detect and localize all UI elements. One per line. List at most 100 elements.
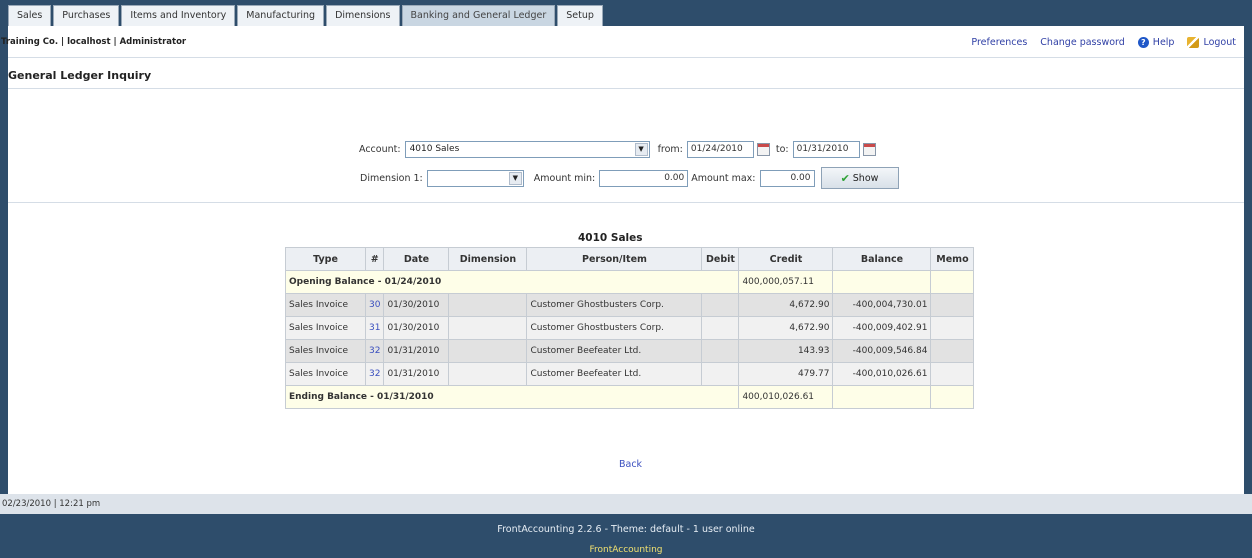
row-memo <box>930 316 975 340</box>
top-nav-bar: Sales Purchases Items and Inventory Manu… <box>0 0 1252 26</box>
to-label: to: <box>775 144 789 155</box>
tab-setup[interactable]: Setup <box>557 5 603 26</box>
col-type: Type <box>285 247 366 271</box>
row-date: 01/31/2010 <box>383 339 450 363</box>
row-dimension <box>448 316 528 340</box>
dimension-label: Dimension 1: <box>360 172 423 184</box>
amount-max-label: Amount max: <box>691 172 756 184</box>
col-memo: Memo <box>930 247 975 271</box>
preferences-link[interactable]: Preferences <box>971 37 1027 48</box>
transaction-link[interactable]: 31 <box>369 323 380 333</box>
back-link[interactable]: Back <box>619 459 642 470</box>
row-dimension <box>448 293 528 317</box>
footer: FrontAccounting 2.2.6 - Theme: default -… <box>0 514 1252 558</box>
row-type: Sales Invoice <box>285 339 366 363</box>
chevron-down-icon[interactable]: ▼ <box>634 143 648 156</box>
key-icon[interactable] <box>1187 37 1200 48</box>
help-link[interactable]: Help <box>1153 37 1175 48</box>
show-button-label: Show <box>852 172 879 184</box>
row-memo <box>930 293 975 317</box>
change-password-link[interactable]: Change password <box>1040 37 1125 48</box>
amount-min-label: Amount min: <box>533 172 596 184</box>
opening-balance-credit: 400,000,057.11 <box>738 270 834 294</box>
footer-version: FrontAccounting 2.2.6 - Theme: default -… <box>497 524 755 535</box>
opening-balance-memo <box>930 270 975 294</box>
col-balance: Balance <box>832 247 932 271</box>
transaction-link[interactable]: 32 <box>369 346 380 356</box>
logout-link[interactable]: Logout <box>1203 37 1236 48</box>
header-bar: Training Co. | localhost | Administrator… <box>1 26 1244 58</box>
status-bar: 02/23/2010 | 12:21 pm <box>0 494 1252 514</box>
row-balance: -400,009,402.91 <box>832 316 932 340</box>
row-type: Sales Invoice <box>285 293 366 317</box>
row-credit: 143.93 <box>738 339 834 363</box>
row-balance: -400,004,730.01 <box>832 293 932 317</box>
row-dimension <box>448 339 528 363</box>
col-dimension: Dimension <box>448 247 528 271</box>
col-number: # <box>364 247 385 271</box>
tab-sales[interactable]: Sales <box>8 5 52 26</box>
row-date: 01/31/2010 <box>383 362 450 386</box>
row-person-item: Customer Beefeater Ltd. <box>526 362 703 386</box>
table-row: Sales Invoice 32 01/31/2010 Customer Bee… <box>285 362 975 386</box>
page-title: General Ledger Inquiry <box>8 69 152 82</box>
table-header-row: Type # Date Dimension Person/Item Debit … <box>285 247 975 271</box>
row-person-item: Customer Beefeater Ltd. <box>526 339 703 363</box>
row-type: Sales Invoice <box>285 316 366 340</box>
calendar-icon[interactable] <box>756 143 770 156</box>
table-row: Sales Invoice 31 01/30/2010 Customer Gho… <box>285 316 975 340</box>
checkmark-icon: ✔ <box>840 171 850 185</box>
row-date: 01/30/2010 <box>383 316 450 340</box>
row-dimension <box>448 362 528 386</box>
transaction-link[interactable]: 30 <box>369 300 380 310</box>
ending-balance-label: Ending Balance - 01/31/2010 <box>284 385 740 409</box>
account-label: Account: <box>359 144 401 155</box>
col-debit: Debit <box>701 247 740 271</box>
dimension-select[interactable]: ▼ <box>426 169 524 187</box>
col-person-item: Person/Item <box>526 247 703 271</box>
show-button[interactable]: ✔ Show <box>820 167 899 189</box>
row-date: 01/30/2010 <box>383 293 450 317</box>
col-credit: Credit <box>738 247 834 271</box>
amount-min-input[interactable]: 0.00 <box>599 169 689 187</box>
calendar-icon[interactable] <box>862 143 876 156</box>
row-credit: 4,672.90 <box>738 293 834 317</box>
row-type: Sales Invoice <box>285 362 366 386</box>
row-debit <box>701 316 740 340</box>
filter-row-account: Account: 4010 Sales ▼ from: 01/24/2010 t… <box>359 141 882 158</box>
table-title: 4010 Sales <box>578 232 643 244</box>
to-date-input[interactable]: 01/31/2010 <box>792 141 860 158</box>
row-memo <box>930 362 975 386</box>
tab-dimensions[interactable]: Dimensions <box>326 5 400 26</box>
amount-max-input[interactable]: 0.00 <box>759 169 815 187</box>
gl-table: Type # Date Dimension Person/Item Debit … <box>284 247 975 409</box>
opening-balance-balance <box>832 270 932 294</box>
help-icon[interactable]: ? <box>1137 37 1149 48</box>
tab-items-and-inventory[interactable]: Items and Inventory <box>121 5 236 26</box>
tab-purchases[interactable]: Purchases <box>53 5 120 26</box>
col-date: Date <box>383 247 450 271</box>
row-memo <box>930 339 975 363</box>
filter-row-dimension: Dimension 1: ▼ Amount min: 0.00 Amount m… <box>360 167 899 189</box>
form-divider <box>8 202 1244 203</box>
from-label: from: <box>657 144 683 155</box>
from-date-input[interactable]: 01/24/2010 <box>686 141 754 158</box>
row-person-item: Customer Ghostbusters Corp. <box>526 293 703 317</box>
ending-balance-balance <box>832 385 932 409</box>
ending-balance-memo <box>930 385 975 409</box>
module-tabs: Sales Purchases Items and Inventory Manu… <box>8 5 605 26</box>
footer-brand-link[interactable]: FrontAccounting <box>0 545 1252 555</box>
row-balance: -400,010,026.61 <box>832 362 932 386</box>
row-credit: 4,672.90 <box>738 316 834 340</box>
chevron-down-icon[interactable]: ▼ <box>508 171 522 185</box>
ending-balance-row: Ending Balance - 01/31/2010 400,010,026.… <box>284 385 975 409</box>
tab-banking-and-general-ledger[interactable]: Banking and General Ledger <box>401 5 556 26</box>
tab-manufacturing[interactable]: Manufacturing <box>237 5 325 26</box>
transaction-link[interactable]: 32 <box>369 369 380 379</box>
header-links: Preferences Change password ? Help Logou… <box>958 37 1236 48</box>
main-frame: Training Co. | localhost | Administrator… <box>1 26 1244 514</box>
account-select[interactable]: 4010 Sales ▼ <box>404 141 650 158</box>
row-credit: 479.77 <box>738 362 834 386</box>
ending-balance-credit: 400,010,026.61 <box>738 385 834 409</box>
company-info: Training Co. | localhost | Administrator <box>1 37 187 47</box>
